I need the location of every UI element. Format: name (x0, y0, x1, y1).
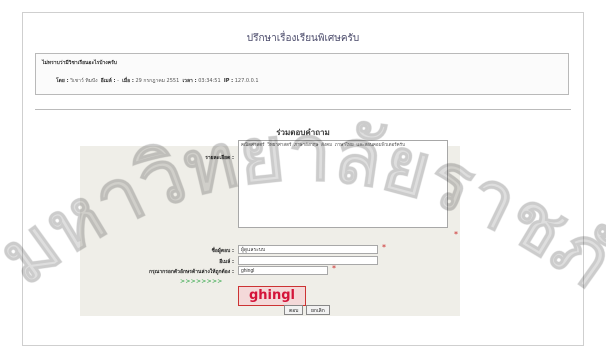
question-info-box: ไม่ทราบว่ามีวิชาเรียนอะไรบ้างครับ โดย : … (35, 53, 569, 95)
name-required-mark: * (382, 243, 386, 252)
question-author: วิเชาว์ ทิมปัง (70, 78, 98, 84)
by-label: โดย : (56, 78, 69, 84)
name-label: ชื่อผู้ตอบ : (211, 248, 235, 254)
question-ip: 127.0.0.1 (234, 78, 259, 84)
question-email: - (117, 78, 119, 84)
question-meta: โดย : วิเชาว์ ทิมปัง อีเมล์ : - เมื่อ : … (56, 77, 259, 85)
email-label: อีเมล์ : (100, 78, 116, 84)
answer-section-title: ร่วมตอบคำถาม (276, 128, 330, 137)
email-label: อีเมล์ : (219, 259, 234, 265)
page-title: ปรึกษาเรื่องเรียนพิเศษครับ (246, 33, 360, 44)
cancel-button[interactable]: ยกเลิก (306, 305, 330, 315)
submit-button[interactable]: ตอบ (284, 305, 304, 315)
question-title: ไม่ทราบว่ามีวิชาเรียนอะไรบ้างครับ (42, 60, 117, 66)
arrows-text: >>>>>>>> (180, 278, 223, 285)
name-input[interactable] (238, 245, 378, 254)
when-label: เมื่อ : (122, 78, 134, 84)
message-label: รายละเอียด : (205, 155, 234, 161)
captcha-input[interactable] (238, 266, 328, 275)
question-date: 29 กรกฎาคม 2551 (135, 78, 180, 84)
time-label: เวลา : (182, 78, 197, 84)
email-input[interactable] (238, 256, 378, 265)
ip-label: IP : (223, 78, 234, 84)
message-required-mark: * (454, 230, 458, 239)
section-divider (35, 109, 571, 110)
question-time: 03:34:51 (198, 78, 221, 84)
captcha-image: ghingl (238, 286, 306, 306)
captcha-label: กรุณากรอกตัวอักษรด้านล่างให้ถูกต้อง : (149, 269, 234, 275)
message-textarea[interactable]: คณิตศาสตร์ วิทยาศาสตร์ ภาษาอังกฤษ สังคม … (238, 140, 448, 228)
captcha-required-mark: * (332, 264, 336, 273)
captcha-arrows: >>>>>>>> (180, 278, 223, 285)
